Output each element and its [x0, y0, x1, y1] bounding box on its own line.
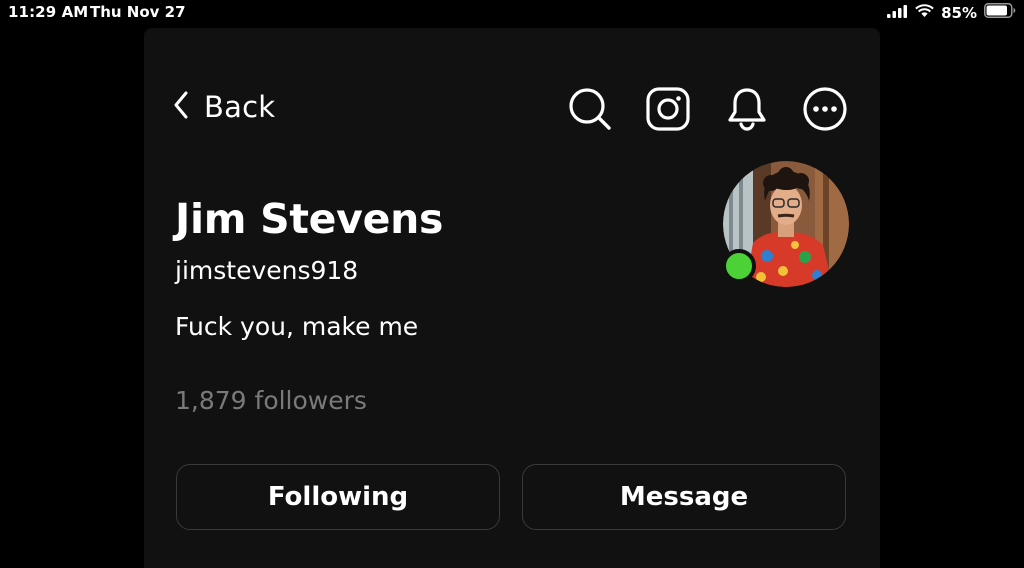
- search-button[interactable]: [567, 88, 613, 134]
- profile-panel: Back Jim Stevens jimstevens918 Fuck you,…: [144, 28, 880, 568]
- online-status-indicator: [722, 249, 756, 283]
- notifications-button[interactable]: [724, 88, 770, 134]
- status-time: 11:29 AM: [8, 3, 89, 21]
- battery-percent: 85%: [941, 3, 977, 22]
- status-right: 85%: [887, 3, 1016, 22]
- following-button[interactable]: Following: [176, 464, 500, 530]
- bell-icon: [727, 87, 767, 135]
- search-icon: [568, 87, 612, 135]
- message-label: Message: [619, 482, 749, 512]
- following-label: Following: [267, 482, 409, 512]
- instagram-icon: [646, 87, 690, 135]
- status-bar: 11:29 AM Thu Nov 27 85%: [0, 0, 1024, 26]
- profile-avatar[interactable]: [722, 161, 849, 287]
- more-icon: [803, 87, 847, 135]
- battery-icon: [984, 3, 1016, 22]
- profile-bio: Fuck you, make me: [175, 312, 419, 341]
- more-options-button[interactable]: [802, 87, 848, 135]
- followers-count[interactable]: 1,879 followers: [175, 386, 367, 415]
- profile-handle: jimstevens918: [175, 256, 359, 285]
- message-button[interactable]: Message: [522, 464, 846, 530]
- instagram-button[interactable]: [645, 87, 691, 135]
- cellular-signal-icon: [887, 3, 908, 22]
- wifi-icon: [915, 3, 934, 22]
- back-label: Back: [204, 90, 276, 124]
- status-date: Thu Nov 27: [90, 3, 186, 21]
- back-button[interactable]: Back: [174, 90, 275, 124]
- profile-name: Jim Stevens: [175, 195, 444, 243]
- chevron-left-icon: [174, 91, 188, 123]
